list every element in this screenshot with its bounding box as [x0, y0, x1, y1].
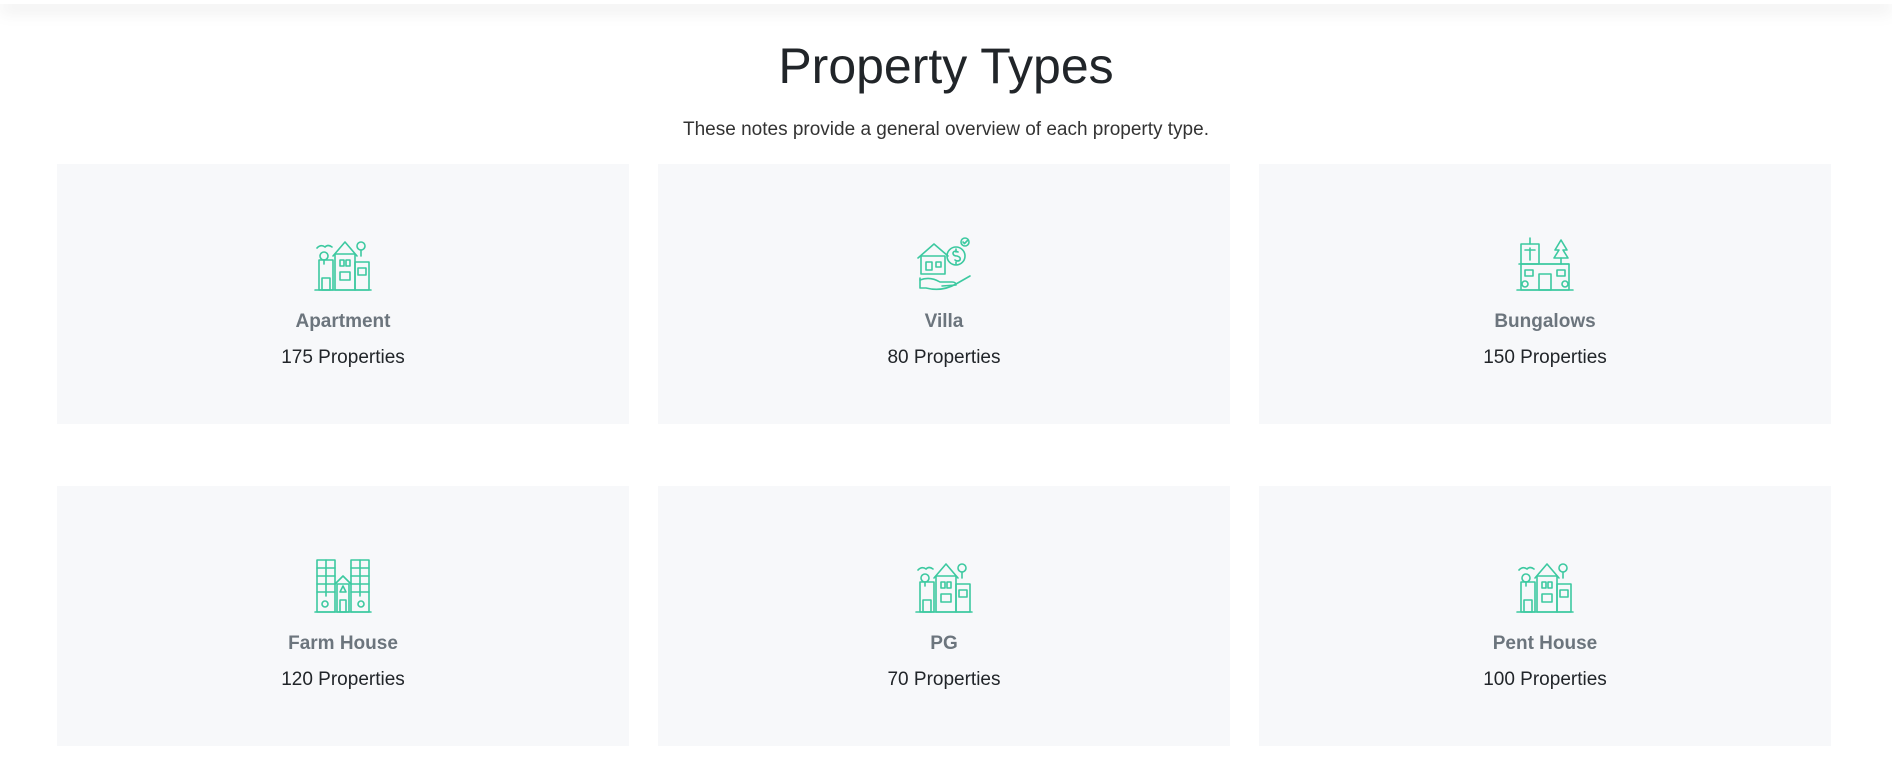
card-count: 70 Properties — [887, 669, 1001, 690]
card-name: Pent House — [1492, 633, 1598, 654]
card-count: 120 Properties — [281, 669, 405, 690]
header-shadow — [0, 0, 1892, 4]
apartment-icon — [313, 234, 373, 294]
property-card-apartment[interactable]: Apartment 175 Properties — [57, 164, 629, 424]
farm-house-icon — [313, 556, 373, 616]
section-subtitle: These notes provide a general overview o… — [683, 119, 1209, 140]
property-card-bungalows[interactable]: Bungalows 150 Properties — [1259, 164, 1831, 424]
card-count: 150 Properties — [1483, 347, 1607, 368]
card-name: Farm House — [288, 633, 398, 654]
card-count: 80 Properties — [887, 347, 1001, 368]
card-name: Villa — [924, 311, 964, 332]
pent-house-icon — [1515, 556, 1575, 616]
property-card-pent-house[interactable]: Pent House 100 Properties — [1259, 486, 1831, 746]
bungalow-icon — [1515, 234, 1575, 294]
section-title: Property Types — [778, 38, 1114, 94]
property-card-farm-house[interactable]: Farm House 120 Properties — [57, 486, 629, 746]
card-name: Apartment — [295, 311, 391, 332]
card-name: PG — [930, 633, 958, 654]
card-count: 175 Properties — [281, 347, 405, 368]
villa-icon — [914, 234, 974, 294]
pg-icon — [914, 556, 974, 616]
card-name: Bungalows — [1494, 311, 1596, 332]
property-card-pg[interactable]: PG 70 Properties — [658, 486, 1230, 746]
property-card-villa[interactable]: Villa 80 Properties — [658, 164, 1230, 424]
card-count: 100 Properties — [1483, 669, 1607, 690]
